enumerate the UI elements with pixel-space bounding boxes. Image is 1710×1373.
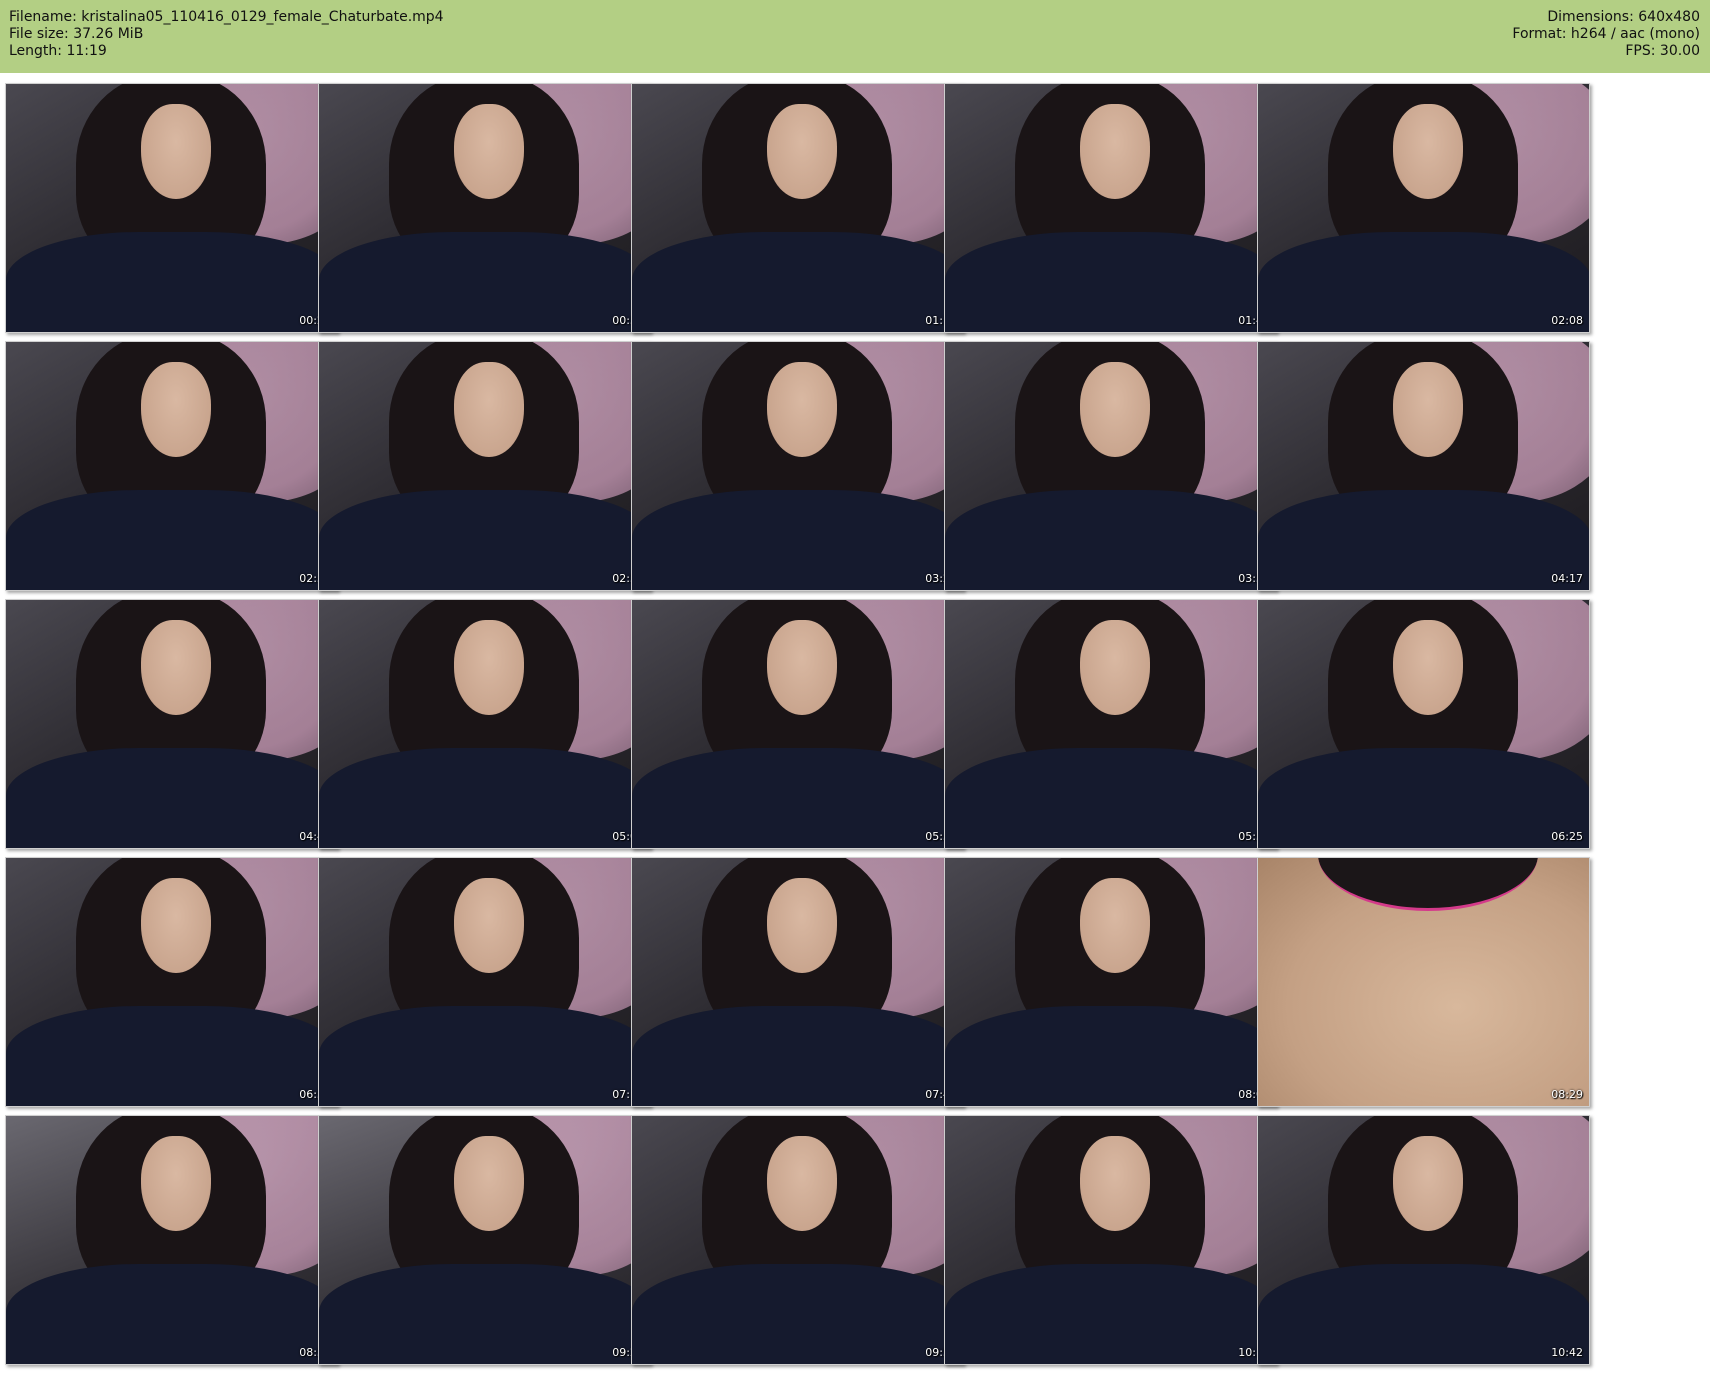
video-thumbnail[interactable]: 03:51 [944, 341, 1277, 591]
video-thumbnail[interactable]: 02:34 [5, 341, 338, 591]
shirt-shape [632, 1006, 963, 1106]
format-text: Format: h264 / aac (mono) [1512, 26, 1700, 42]
shirt-shape [1258, 490, 1589, 590]
shirt-shape [632, 490, 963, 590]
shirt-shape [319, 1006, 650, 1106]
video-thumbnail[interactable]: 02:08 [1257, 83, 1590, 333]
dimensions-text: Dimensions: 640x480 [1547, 9, 1700, 25]
face-shape [1393, 104, 1463, 199]
face-shape [767, 620, 837, 715]
shirt-shape [632, 232, 963, 332]
shirt-shape [319, 1264, 650, 1364]
face-shape [141, 362, 211, 457]
shirt-shape [6, 748, 337, 848]
shirt-shape [945, 490, 1276, 590]
face-shape [1080, 362, 1150, 457]
video-thumbnail[interactable]: 08:29 [1257, 857, 1590, 1107]
shirt-shape [319, 490, 650, 590]
video-thumbnail[interactable]: 02:59 [318, 341, 651, 591]
video-thumbnail[interactable]: 08:59 [5, 1115, 338, 1365]
video-thumbnail[interactable]: 10:16 [944, 1115, 1277, 1365]
face-shape [1393, 620, 1463, 715]
shirt-shape [6, 1006, 337, 1106]
shirt-shape [945, 748, 1276, 848]
video-thumbnail[interactable]: 09:25 [318, 1115, 651, 1365]
face-shape [454, 878, 524, 973]
face-shape [454, 1136, 524, 1231]
face-shape [141, 620, 211, 715]
face-shape [1080, 104, 1150, 199]
face-shape [454, 104, 524, 199]
filename-text: Filename: kristalina05_110416_0129_femal… [9, 9, 444, 25]
video-thumbnail[interactable]: 05:59 [944, 599, 1277, 849]
shirt-shape [945, 1006, 1276, 1106]
shirt-shape [632, 748, 963, 848]
shirt-shape [6, 232, 337, 332]
video-thumbnail[interactable]: 01:17 [631, 83, 964, 333]
fps-text: FPS: 30.00 [1625, 43, 1700, 59]
face-shape [1080, 620, 1150, 715]
video-thumbnail[interactable]: 03:25 [631, 341, 964, 591]
face-shape [1080, 1136, 1150, 1231]
shirt-shape [632, 1264, 963, 1364]
thumbnail-timestamp: 08:29 [1551, 1088, 1583, 1101]
thumbnail-timestamp: 10:42 [1551, 1346, 1583, 1359]
video-thumbnail[interactable]: 00:51 [318, 83, 651, 333]
length-text: Length: 11:19 [9, 43, 107, 59]
video-thumbnail[interactable]: 10:42 [1257, 1115, 1590, 1365]
shirt-shape [1258, 232, 1589, 332]
video-thumbnail[interactable]: 05:34 [631, 599, 964, 849]
face-shape [141, 104, 211, 199]
video-thumbnail[interactable]: 06:25 [1257, 599, 1590, 849]
thumbnail-grid: 00:25 00:51 01:17 01:42 02:08 02:34 02:59 03:25… [0, 73, 1710, 1373]
face-shape [141, 878, 211, 973]
shirt-shape [319, 748, 650, 848]
shirt-shape [945, 232, 1276, 332]
face-shape [767, 362, 837, 457]
video-thumbnail[interactable]: 07:42 [631, 857, 964, 1107]
thumbnail-timestamp: 02:08 [1551, 314, 1583, 327]
video-thumbnail[interactable]: 01:42 [944, 83, 1277, 333]
thumbnail-timestamp: 06:25 [1551, 830, 1583, 843]
face-shape [767, 104, 837, 199]
video-thumbnail[interactable]: 04:42 [5, 599, 338, 849]
face-shape [1080, 878, 1150, 973]
shirt-shape [945, 1264, 1276, 1364]
video-thumbnail[interactable]: 00:25 [5, 83, 338, 333]
face-shape [141, 1136, 211, 1231]
face-shape [767, 878, 837, 973]
shirt-shape [1258, 1264, 1589, 1364]
face-shape [767, 1136, 837, 1231]
video-thumbnail[interactable]: 05:08 [318, 599, 651, 849]
video-thumbnail[interactable]: 06:51 [5, 857, 338, 1107]
face-shape [454, 620, 524, 715]
face-shape [1393, 1136, 1463, 1231]
video-thumbnail[interactable]: 08:03 [944, 857, 1277, 1107]
face-shape [454, 362, 524, 457]
dark-object-shape [1318, 858, 1538, 911]
stream-info: Dimensions: 640x480 Format: h264 / aac (… [1512, 9, 1700, 60]
filesize-text: File size: 37.26 MiB [9, 26, 144, 42]
video-thumbnail[interactable]: 09:51 [631, 1115, 964, 1365]
shirt-shape [1258, 748, 1589, 848]
face-shape [1393, 362, 1463, 457]
thumbnail-timestamp: 04:17 [1551, 572, 1583, 585]
metadata-header: Filename: kristalina05_110416_0129_femal… [0, 0, 1710, 73]
video-thumbnail[interactable]: 07:16 [318, 857, 651, 1107]
shirt-shape [6, 1264, 337, 1364]
shirt-shape [6, 490, 337, 590]
file-info: Filename: kristalina05_110416_0129_femal… [9, 9, 444, 60]
video-thumbnail[interactable]: 04:17 [1257, 341, 1590, 591]
shirt-shape [319, 232, 650, 332]
